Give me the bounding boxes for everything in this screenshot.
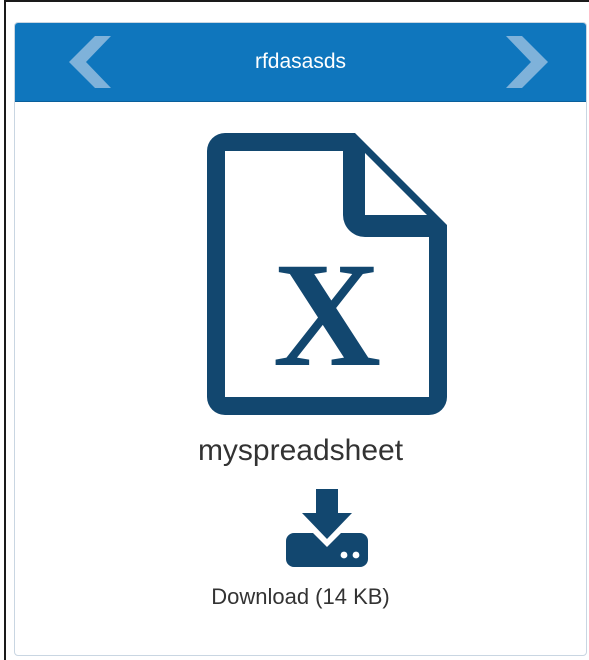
window-top-border <box>0 0 589 2</box>
file-name: myspreadsheet <box>197 434 404 467</box>
download-icon <box>286 489 368 567</box>
window-left-border <box>0 0 6 660</box>
download-link[interactable]: Download (14 KB) <box>15 489 586 619</box>
card-header: rfdasasds <box>15 23 586 102</box>
download-label: Download (14 KB) <box>211 584 390 609</box>
card-title: rfdasasds <box>254 50 347 73</box>
excel-file-icon: X <box>207 133 447 415</box>
file-type-letter: X <box>273 232 381 398</box>
next-button[interactable] <box>506 36 548 88</box>
chevron-right-icon <box>506 36 548 88</box>
file-card: rfdasasds X myspreadsheet Download (14 K… <box>14 22 587 656</box>
